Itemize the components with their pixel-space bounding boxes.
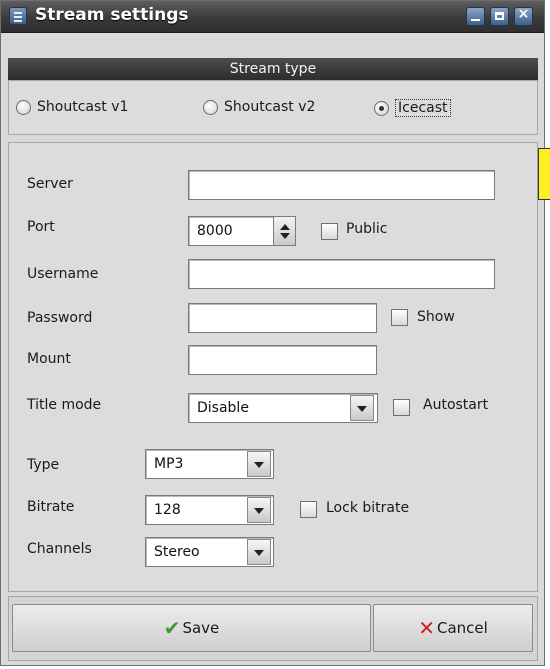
port-spinner[interactable] (273, 216, 296, 246)
username-label: Username (27, 266, 99, 282)
stream-type-header: Stream type (8, 58, 538, 80)
server-input[interactable] (188, 170, 495, 200)
save-label: Save (182, 619, 220, 637)
server-label: Server (27, 176, 73, 192)
lock-bitrate-checkbox[interactable] (300, 501, 317, 518)
bitrate-label: Bitrate (27, 499, 75, 515)
title-bar[interactable]: Stream settings × (1, 1, 544, 33)
chevron-down-icon (357, 406, 367, 412)
password-label: Password (27, 310, 93, 326)
save-button[interactable]: ✔ Save (12, 604, 371, 652)
stream-settings-window: Stream settings × Stream type Shoutcast … (0, 0, 545, 666)
spin-up-icon (280, 224, 290, 230)
chevron-down-icon (254, 462, 264, 468)
title-mode-dropdown-button[interactable] (350, 395, 374, 421)
cross-icon: ✕ (418, 616, 435, 640)
mount-input[interactable] (188, 345, 377, 375)
mount-label: Mount (27, 351, 71, 367)
tooltip-edge (538, 148, 550, 200)
bitrate-dropdown-button[interactable] (247, 497, 271, 523)
cancel-label: Cancel (436, 619, 488, 637)
window-title: Stream settings (35, 5, 189, 25)
radio-label: Shoutcast v2 (224, 99, 316, 115)
port-input[interactable]: 8000 (188, 216, 274, 246)
minimize-icon (471, 19, 480, 21)
minimize-button[interactable] (466, 7, 485, 26)
close-icon: × (517, 6, 530, 22)
checkmark-icon: ✔ (163, 616, 181, 640)
spin-down-icon (280, 233, 290, 239)
maximize-button[interactable] (490, 7, 509, 26)
stream-type-group: Shoutcast v1 Shoutcast v2 Icecast (8, 80, 538, 135)
chevron-down-icon (254, 550, 264, 556)
window-menu-icon[interactable] (9, 7, 27, 25)
public-label: Public (346, 221, 388, 237)
channels-dropdown-button[interactable] (247, 539, 271, 565)
radio-shoutcast-v1[interactable]: Shoutcast v1 (16, 99, 128, 115)
radio-circle (16, 99, 31, 115)
radio-circle-selected (374, 100, 389, 116)
connection-settings-panel: Server Port 8000 Public Username Passwor… (8, 142, 538, 592)
show-label: Show (417, 309, 455, 325)
channels-label: Channels (27, 541, 92, 557)
radio-label: Icecast (395, 99, 451, 117)
autostart-checkbox[interactable] (393, 399, 410, 416)
type-dropdown-button[interactable] (247, 451, 271, 477)
radio-icecast[interactable]: Icecast (374, 99, 451, 117)
autostart-label: Autostart (423, 397, 489, 413)
maximize-icon (495, 12, 504, 20)
password-input[interactable] (188, 303, 377, 333)
chevron-down-icon (254, 508, 264, 514)
radio-label: Shoutcast v1 (37, 99, 129, 115)
public-checkbox[interactable] (321, 223, 338, 240)
cancel-button[interactable]: ✕ Cancel (373, 604, 533, 652)
username-input[interactable] (188, 259, 495, 289)
lock-bitrate-label: Lock bitrate (326, 500, 410, 516)
show-password-checkbox[interactable] (391, 309, 408, 326)
radio-circle (203, 99, 218, 115)
port-label: Port (27, 219, 55, 235)
close-button[interactable]: × (514, 6, 533, 26)
title-mode-label: Title mode (27, 397, 102, 413)
type-label: Type (27, 457, 60, 473)
dialog-buttons: ✔ Save ✕ Cancel (8, 596, 538, 661)
radio-shoutcast-v2[interactable]: Shoutcast v2 (203, 99, 315, 115)
